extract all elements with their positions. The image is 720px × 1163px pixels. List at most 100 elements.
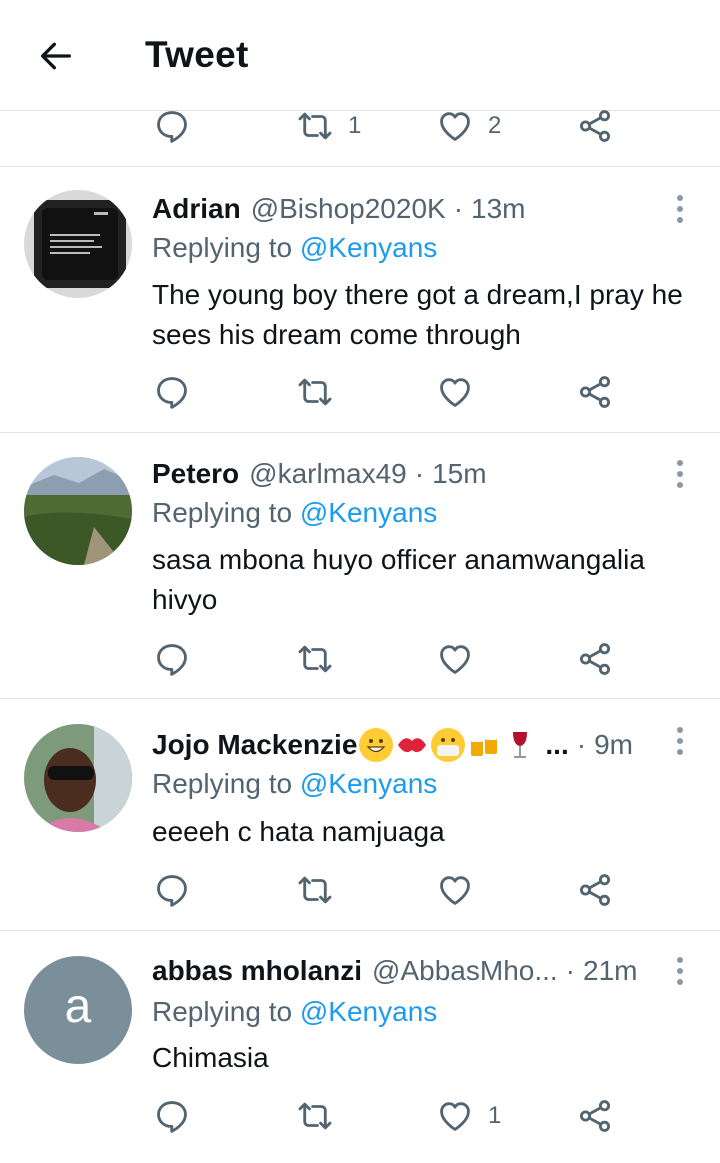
divider [0,930,720,931]
back-button[interactable] [30,30,82,82]
more-options-icon[interactable] [670,724,690,758]
share-icon [576,373,614,411]
avatar[interactable] [24,190,132,298]
reply-tweet[interactable]: Petero @karlmax49 · 15m Replying to @Ken… [0,457,720,697]
share-icon [576,640,614,678]
display-name[interactable]: Adrian [152,193,241,225]
like-icon [436,640,474,678]
retweet-button[interactable] [296,372,334,412]
tweet-actions [0,372,720,412]
avatar[interactable] [24,724,132,832]
like-icon [436,373,474,411]
tweet-text: Chimasia [152,1042,269,1073]
more-options-icon[interactable] [670,954,690,988]
share-icon [576,1097,614,1135]
like-button[interactable]: 1 [436,1096,501,1136]
divider [0,698,720,699]
retweet-button[interactable]: 1 [296,106,361,146]
share-icon [576,871,614,909]
grinning-face-emoji [359,728,394,762]
like-icon [436,871,474,909]
replying-to-label: Replying to [152,232,293,263]
timestamp[interactable]: 9m [594,729,633,761]
more-options-icon[interactable] [670,192,690,226]
mention-link[interactable]: @Kenyans [300,996,437,1027]
share-button[interactable] [576,372,614,412]
user-handle[interactable]: @Bishop2020K [251,193,446,225]
reply-icon [153,373,191,411]
reply-icon [153,640,191,678]
separator: · [576,729,587,760]
replying-to: Replying to @Kenyans [152,497,437,529]
reply-tweet[interactable]: Adrian @Bishop2020K · 13m Replying to @K… [0,190,720,430]
tweet-actions [0,639,720,679]
replying-to: Replying to @Kenyans [152,232,437,264]
arrow-left-icon [41,42,72,70]
reply-button[interactable] [153,639,191,679]
retweet-icon [296,871,334,909]
mention-link[interactable]: @Kenyans [300,232,437,263]
display-name[interactable]: Petero [152,458,239,490]
retweet-icon [296,640,334,678]
reply-icon [153,871,191,909]
reply-button[interactable] [153,106,191,146]
retweet-icon [296,373,334,411]
separator: · [414,458,425,489]
user-handle[interactable]: @AbbasMho... [372,955,558,987]
retweet-button[interactable] [296,1096,334,1136]
reply-button[interactable] [153,870,191,910]
mention-link[interactable]: @Kenyans [300,768,437,799]
like-button[interactable]: 2 [436,106,501,146]
avatar[interactable]: a [24,956,132,1064]
replying-to-label: Replying to [152,497,293,528]
avatar[interactable] [24,457,132,565]
top-bar: Tweet [0,0,720,111]
replying-to: Replying to @Kenyans [152,996,437,1028]
tweet-header: abbas mholanzi @AbbasMho... · 21m [152,954,637,988]
share-button[interactable] [576,870,614,910]
user-handle[interactable]: @karlmax49 [249,458,407,490]
share-button[interactable] [576,1096,614,1136]
tweet-header: Adrian @Bishop2020K · 13m [152,192,526,226]
share-button[interactable] [576,106,614,146]
share-button[interactable] [576,639,614,679]
tweet-text: sasa mbona huyo officer anamwangalia hiv… [152,544,645,615]
like-button[interactable] [436,372,474,412]
reply-tweet[interactable]: Jojo Mackenzie ... · 9m Replying to @Ken… [0,724,720,930]
tweet-actions [0,870,720,910]
display-name[interactable]: abbas mholanzi [152,955,362,987]
timestamp[interactable]: 13m [471,193,525,225]
reply-icon [153,107,191,145]
share-icon [576,107,614,145]
display-name[interactable]: Jojo Mackenzie [152,729,357,761]
tweet-text: eeeeh c hata namjuaga [152,816,445,847]
like-button[interactable] [436,639,474,679]
retweet-icon [296,1097,334,1135]
tweet-actions: 1 [0,1096,720,1136]
timestamp[interactable]: 15m [432,458,486,490]
retweet-button[interactable] [296,870,334,910]
beer-mugs-emoji [467,728,501,762]
kiss-mark-emoji [395,728,429,762]
tweet-text: The young boy there got a dream,I pray h… [152,279,683,350]
like-count: 1 [488,1102,502,1129]
replying-to-label: Replying to [152,996,293,1027]
reply-icon [153,1097,191,1135]
reply-button[interactable] [153,1096,191,1136]
like-count: 2 [488,112,502,139]
timestamp[interactable]: 21m [583,955,637,987]
like-button[interactable] [436,870,474,910]
tweet-header: Jojo Mackenzie ... · 9m [152,728,633,762]
more-options-icon[interactable] [670,457,690,491]
reply-button[interactable] [153,372,191,412]
tweet-header: Petero @karlmax49 · 15m [152,457,487,491]
reply-tweet[interactable]: a abbas mholanzi @AbbasMho... · 21m Repl… [0,954,720,1163]
face-with-mask-emoji [431,728,466,762]
divider [0,166,720,167]
like-icon [436,1097,474,1135]
retweet-icon [296,107,334,145]
avatar-letter: a [64,980,92,1033]
separator: · [565,955,575,986]
retweet-button[interactable] [296,639,334,679]
mention-link[interactable]: @Kenyans [300,497,437,528]
